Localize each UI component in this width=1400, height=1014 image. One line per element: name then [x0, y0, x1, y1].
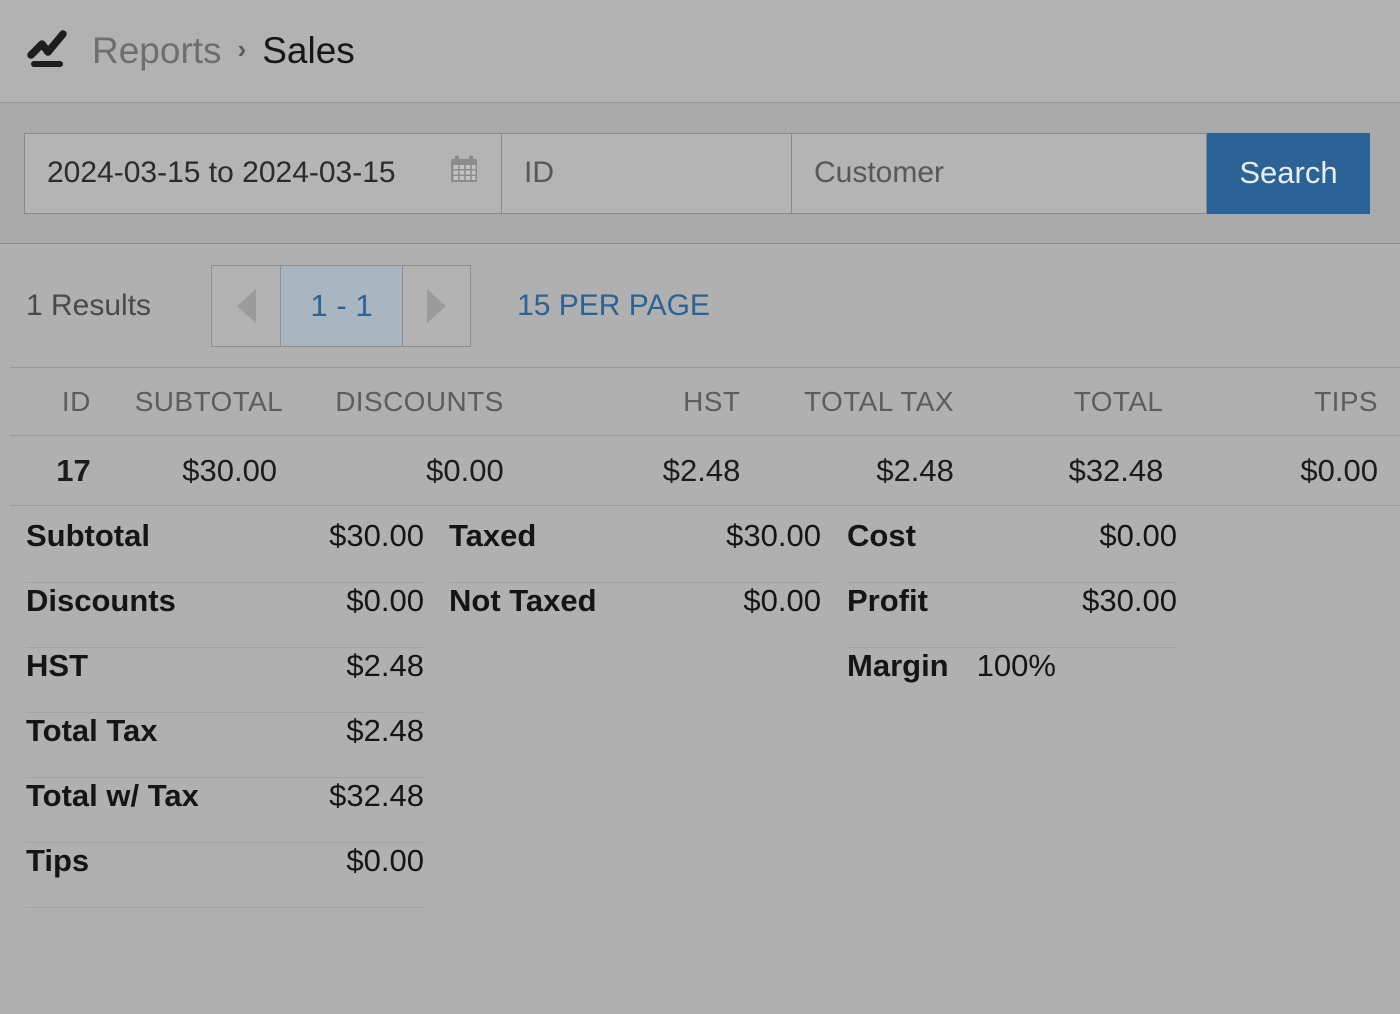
- pagination: 1 - 1: [211, 265, 471, 347]
- summary-panel: Subtotal $30.00 Discounts $0.00 HST $2.4…: [26, 518, 1400, 908]
- summary-value-margin: 100%: [977, 648, 1056, 684]
- summary-row-profit: Profit $30.00: [847, 583, 1177, 648]
- summary-column-profit: Cost $0.00 Profit $30.00 Margin 100%: [847, 518, 1177, 713]
- summary-row-discounts: Discounts $0.00: [26, 583, 424, 648]
- customer-search-input[interactable]: Customer: [792, 133, 1207, 214]
- summary-value-not-taxed: $0.00: [743, 583, 821, 619]
- summary-row-cost: Cost $0.00: [847, 518, 1177, 583]
- column-header-hst[interactable]: HST: [526, 368, 763, 436]
- customer-search-placeholder: Customer: [814, 156, 944, 190]
- column-header-total[interactable]: TOTAL: [976, 368, 1186, 436]
- column-header-subtotal[interactable]: SUBTOTAL: [113, 368, 299, 436]
- table-row[interactable]: 17 $30.00 $0.00 $2.48 $2.48 $32.48 $0.00: [10, 436, 1400, 506]
- summary-label-profit: Profit: [847, 583, 928, 619]
- summary-label-taxed: Taxed: [449, 518, 536, 554]
- breadcrumb-separator-icon: ›: [238, 34, 247, 65]
- summary-label-subtotal: Subtotal: [26, 518, 150, 554]
- search-field-group: 2024-03-15 to 2024-03-15: [24, 133, 1370, 214]
- summary-value-tips: $0.00: [346, 843, 424, 879]
- page-header: Reports › Sales: [0, 0, 1400, 103]
- column-header-total-tax[interactable]: TOTAL TAX: [762, 368, 976, 436]
- results-count: 1 Results: [26, 289, 151, 323]
- summary-label-not-taxed: Not Taxed: [449, 583, 597, 619]
- summary-row-total-with-tax: Total w/ Tax $32.48: [26, 778, 424, 843]
- summary-row-margin: Margin 100%: [847, 648, 1177, 713]
- summary-label-total-with-tax: Total w/ Tax: [26, 778, 199, 814]
- summary-label-cost: Cost: [847, 518, 916, 554]
- summary-column-taxable: Taxed $30.00 Not Taxed $0.00: [449, 518, 821, 648]
- table-header-row: ID SUBTOTAL DISCOUNTS HST TOTAL TAX TOTA…: [10, 368, 1400, 436]
- summary-value-subtotal: $30.00: [329, 518, 424, 554]
- breadcrumb-parent[interactable]: Reports: [92, 30, 222, 72]
- summary-row-tips: Tips $0.00: [26, 843, 424, 908]
- column-header-id[interactable]: ID: [10, 368, 113, 436]
- summary-value-total-with-tax: $32.48: [329, 778, 424, 814]
- column-header-discounts[interactable]: DISCOUNTS: [299, 368, 526, 436]
- summary-label-total-tax: Total Tax: [26, 713, 157, 749]
- cell-subtotal: $30.00: [113, 436, 299, 506]
- summary-label-hst: HST: [26, 648, 88, 684]
- pagination-current-page[interactable]: 1 - 1: [280, 266, 402, 346]
- calendar-icon[interactable]: [449, 154, 479, 192]
- pagination-next-button[interactable]: [402, 266, 470, 346]
- summary-row-hst: HST $2.48: [26, 648, 424, 713]
- id-search-input[interactable]: ID: [502, 133, 792, 214]
- chevron-right-icon: [427, 289, 446, 323]
- cell-total: $32.48: [976, 436, 1186, 506]
- cell-total-tax: $2.48: [762, 436, 976, 506]
- per-page-selector[interactable]: 15 PER PAGE: [517, 289, 710, 323]
- summary-column-totals: Subtotal $30.00 Discounts $0.00 HST $2.4…: [26, 518, 424, 908]
- summary-value-discounts: $0.00: [346, 583, 424, 619]
- summary-label-margin: Margin: [847, 648, 949, 684]
- summary-value-total-tax: $2.48: [346, 713, 424, 749]
- id-search-placeholder: ID: [524, 156, 554, 190]
- cell-hst: $2.48: [526, 436, 763, 506]
- summary-label-tips: Tips: [26, 843, 89, 879]
- summary-value-hst: $2.48: [346, 648, 424, 684]
- results-table-head: ID SUBTOTAL DISCOUNTS HST TOTAL TAX TOTA…: [10, 368, 1400, 436]
- summary-row-taxed: Taxed $30.00: [449, 518, 821, 583]
- summary-value-cost: $0.00: [1099, 518, 1177, 554]
- reports-sales-page: Reports › Sales 2024-03-15 to 2024-03-15: [0, 0, 1400, 1014]
- search-button[interactable]: Search: [1207, 133, 1370, 214]
- search-toolbar: 2024-03-15 to 2024-03-15: [0, 103, 1400, 244]
- breadcrumb-current: Sales: [262, 30, 355, 72]
- date-range-value: 2024-03-15 to 2024-03-15: [47, 156, 396, 190]
- results-table-wrapper: ID SUBTOTAL DISCOUNTS HST TOTAL TAX TOTA…: [0, 367, 1400, 506]
- results-table-body: 17 $30.00 $0.00 $2.48 $2.48 $32.48 $0.00: [10, 436, 1400, 506]
- summary-value-taxed: $30.00: [726, 518, 821, 554]
- chevron-left-icon: [237, 289, 256, 323]
- pagination-prev-button[interactable]: [212, 266, 280, 346]
- cell-id[interactable]: 17: [10, 436, 113, 506]
- cell-tips: $0.00: [1185, 436, 1400, 506]
- column-header-tips[interactable]: TIPS: [1185, 368, 1400, 436]
- date-range-input[interactable]: 2024-03-15 to 2024-03-15: [24, 133, 502, 214]
- summary-row-not-taxed: Not Taxed $0.00: [449, 583, 821, 648]
- cell-discounts: $0.00: [299, 436, 526, 506]
- line-chart-icon: [26, 28, 72, 74]
- results-toolbar: 1 Results 1 - 1 15 PER PAGE: [0, 244, 1400, 367]
- summary-label-discounts: Discounts: [26, 583, 176, 619]
- summary-value-profit: $30.00: [1082, 583, 1177, 619]
- summary-row-subtotal: Subtotal $30.00: [26, 518, 424, 583]
- summary-row-total-tax: Total Tax $2.48: [26, 713, 424, 778]
- results-table: ID SUBTOTAL DISCOUNTS HST TOTAL TAX TOTA…: [10, 367, 1400, 506]
